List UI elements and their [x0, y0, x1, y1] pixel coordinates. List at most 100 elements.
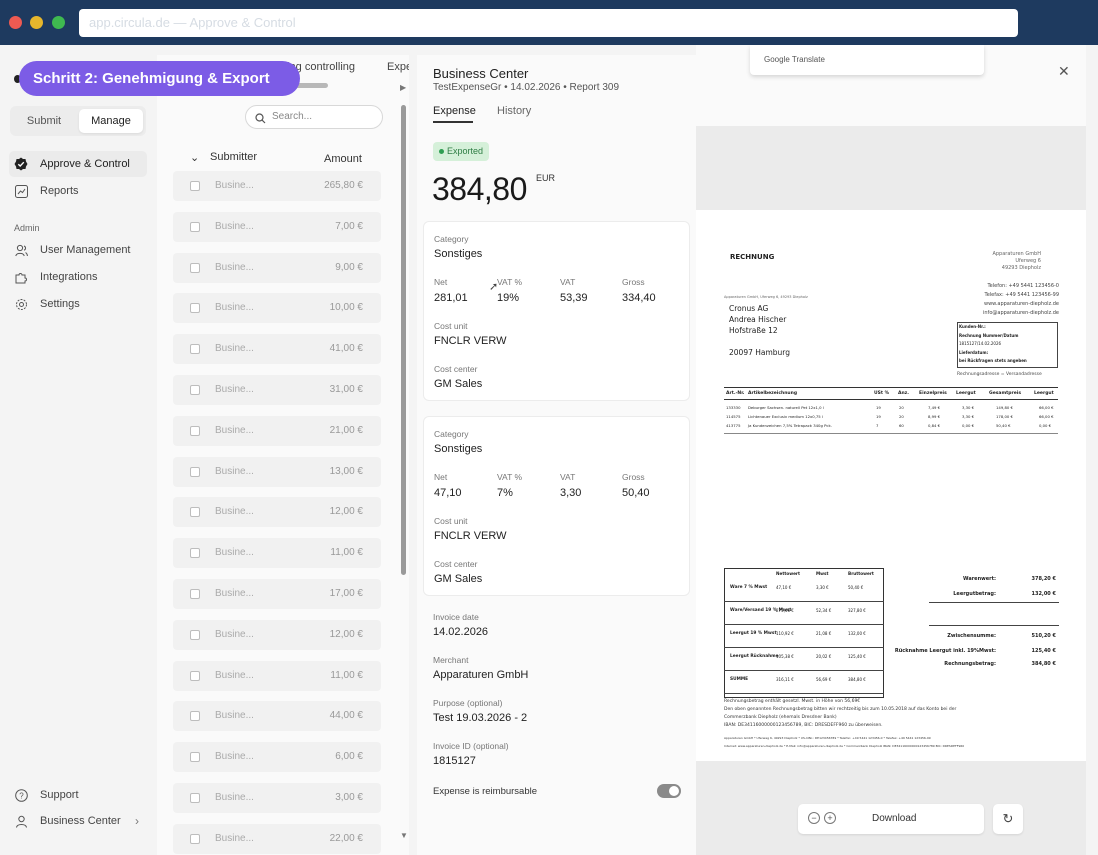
invoice-text: Warenwert:: [963, 576, 996, 582]
collapse-chevron-icon[interactable]: ⌄: [190, 151, 199, 164]
sidebar-item-business-center[interactable]: Business Center ›: [9, 808, 147, 834]
search-input[interactable]: Search...: [245, 105, 383, 129]
tab-history[interactable]: History: [497, 105, 531, 117]
invoice-id-value[interactable]: 1815127: [433, 755, 476, 767]
row-checkbox[interactable]: [190, 793, 200, 803]
invoice-rule: [929, 602, 1059, 603]
invoice-text: 0,00 €: [1039, 423, 1052, 428]
table-row[interactable]: Busine... 11,00 €: [173, 660, 381, 691]
sidebar-item-label: User Management: [40, 244, 131, 256]
row-checkbox[interactable]: [190, 344, 200, 355]
row-checkbox[interactable]: [190, 589, 200, 599]
row-checkbox[interactable]: [190, 833, 200, 844]
gross-value: 334,40: [622, 292, 656, 304]
table-row[interactable]: Busine... 31,00 €: [173, 375, 381, 405]
zoom-out-icon[interactable]: −: [808, 812, 820, 824]
row-checkbox[interactable]: [190, 425, 200, 436]
sidebar-item-reports[interactable]: Reports: [9, 178, 147, 204]
table-row[interactable]: Busine... 12,00 €: [173, 619, 381, 650]
download-button[interactable]: Download: [872, 813, 916, 824]
scroll-down-icon[interactable]: ▼: [400, 831, 408, 840]
close-window-button[interactable]: [9, 16, 22, 29]
table-row[interactable]: Busine... 7,00 €: [173, 211, 381, 242]
table-row[interactable]: Busine... 265,80 €: [173, 171, 381, 201]
table-row[interactable]: Busine... 10,00 €: [173, 293, 381, 324]
google-translate-bar[interactable]: Google Translate: [750, 45, 984, 75]
row-checkbox[interactable]: [190, 711, 200, 722]
row-amount: 17,00 €: [329, 588, 363, 599]
invoice-text: 133330: [726, 405, 741, 410]
invoice-text: 7,49 €: [928, 405, 941, 410]
row-checkbox[interactable]: [190, 262, 200, 273]
invoice-date-value[interactable]: 14.02.2026: [433, 626, 488, 638]
address-bar[interactable]: app.circula.de — Approve & Control: [79, 9, 1018, 37]
invoice-text: 50,40 €: [848, 585, 864, 590]
chart-icon: [14, 184, 28, 198]
vat-label: VAT: [560, 277, 576, 287]
manage-tab[interactable]: Manage: [79, 109, 143, 133]
row-checkbox[interactable]: [190, 548, 200, 559]
table-row[interactable]: Busine... 6,00 €: [173, 742, 381, 773]
scrollbar-thumb[interactable]: [401, 105, 406, 575]
invoice-text: Apparaturen GmbH, Uferweg 6, 49293 Dieph…: [724, 295, 808, 299]
expense-detail-panel: Business Center TestExpenseGr • 14.02.20…: [417, 55, 696, 855]
rotate-icon[interactable]: ↻: [993, 804, 1023, 834]
category-value: Sonstiges: [434, 443, 483, 455]
row-checkbox[interactable]: [190, 221, 200, 232]
sidebar-item-settings[interactable]: Settings: [9, 291, 147, 317]
table-row[interactable]: Busine... 41,00 €: [173, 334, 381, 365]
list-scrollbar[interactable]: ▶ ▼: [400, 83, 408, 843]
table-row[interactable]: Busine... 17,00 €: [173, 579, 381, 609]
table-row[interactable]: Busine... 11,00 €: [173, 538, 381, 569]
column-header-submitter[interactable]: Submitter: [210, 151, 257, 163]
table-row[interactable]: Busine... 22,00 €: [173, 823, 381, 854]
tab-export[interactable]: Expe: [387, 61, 409, 73]
gear-icon: [14, 297, 28, 311]
puzzle-icon: [14, 270, 28, 284]
row-checkbox[interactable]: [190, 629, 200, 640]
row-submitter: Busine...: [215, 547, 254, 559]
expense-list-panel: ding controlling Expe Search... ⌄ Submit…: [157, 55, 409, 855]
minimize-window-button[interactable]: [30, 16, 43, 29]
sidebar-item-integrations[interactable]: Integrations: [9, 264, 147, 290]
maximize-window-button[interactable]: [52, 16, 65, 29]
table-row[interactable]: Busine... 44,00 €: [173, 701, 381, 732]
row-checkbox[interactable]: [190, 752, 200, 763]
sidebar-item-user-management[interactable]: User Management: [9, 237, 147, 263]
invoice-text: Rechnungsbetrag enthält gesetzl. Mwst. i…: [724, 699, 861, 704]
sidebar-item-approve-control[interactable]: Approve & Control: [9, 151, 147, 177]
vat-label: VAT: [560, 472, 576, 482]
row-checkbox[interactable]: [190, 385, 200, 395]
tab-expense[interactable]: Expense: [433, 105, 476, 117]
table-row[interactable]: Busine... 3,00 €: [173, 783, 381, 813]
sidebar-item-label: Integrations: [40, 271, 98, 283]
row-checkbox[interactable]: [190, 507, 200, 518]
purpose-value[interactable]: Test 19.03.2026 - 2: [433, 712, 527, 724]
row-checkbox[interactable]: [190, 670, 200, 681]
invoice-text: 1815127/14.02.2026: [959, 341, 1002, 347]
row-checkbox[interactable]: [190, 181, 200, 191]
merchant-value[interactable]: Apparaturen GmbH: [433, 669, 528, 681]
row-submitter: Busine...: [215, 506, 254, 518]
table-row[interactable]: Busine... 21,00 €: [173, 415, 381, 446]
split-card[interactable]: Category Sonstiges Net VAT % VAT Gross 4…: [423, 416, 690, 596]
reimbursable-toggle[interactable]: [657, 784, 681, 798]
submit-tab[interactable]: Submit: [12, 109, 76, 133]
mouse-cursor-icon: ➚: [489, 281, 499, 293]
sidebar-item-support[interactable]: ? Support: [9, 782, 147, 808]
row-checkbox[interactable]: [190, 303, 200, 314]
scroll-up-icon[interactable]: ▶: [400, 83, 406, 92]
split-card[interactable]: Category Sonstiges Net VAT % VAT Gross 2…: [423, 221, 690, 401]
invoice-text: 510,20 €: [1031, 633, 1056, 639]
column-header-amount[interactable]: Amount: [324, 153, 362, 165]
table-row[interactable]: Busine... 9,00 €: [173, 252, 381, 283]
zoom-in-icon[interactable]: +: [824, 812, 836, 824]
preview-toolbar: − + Download: [798, 804, 984, 834]
table-row[interactable]: Busine... 13,00 €: [173, 456, 381, 487]
close-icon[interactable]: ✕: [1058, 63, 1070, 80]
search-placeholder: Search...: [272, 111, 313, 122]
expense-amount: 384,80: [432, 171, 527, 207]
row-checkbox[interactable]: [190, 466, 200, 477]
table-row[interactable]: Busine... 12,00 €: [173, 497, 381, 528]
invoice-text: 378,20 €: [1031, 576, 1056, 582]
